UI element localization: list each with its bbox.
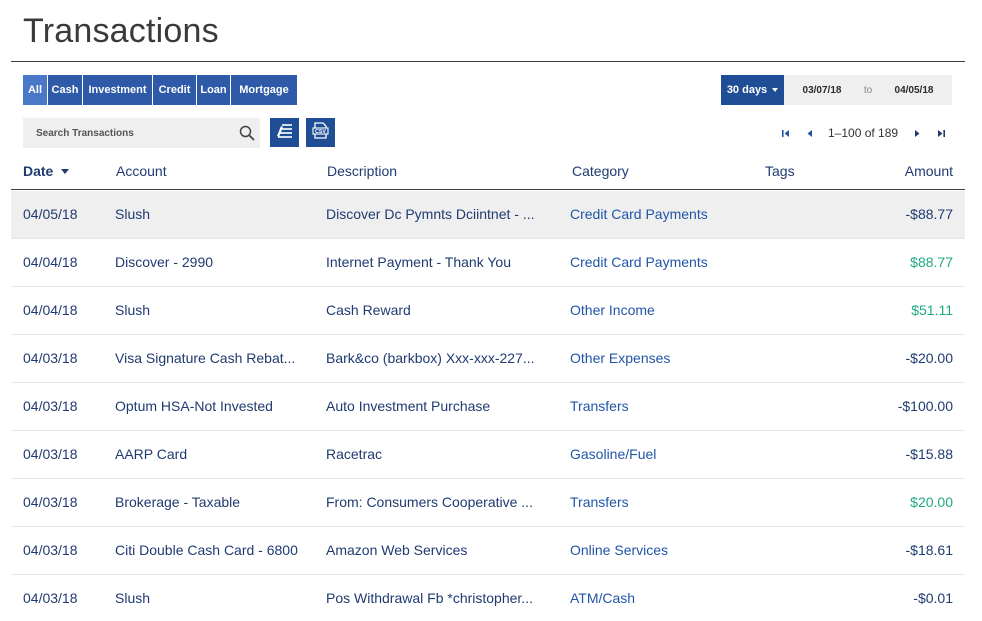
table-row[interactable]: 04/03/18 AARP Card Racetrac Gasoline/Fue… — [11, 431, 965, 479]
transaction-date: 04/03/18 — [23, 590, 78, 606]
transaction-date: 04/03/18 — [23, 398, 78, 414]
transaction-date: 04/03/18 — [23, 494, 78, 510]
csv-export-icon: CSV — [312, 121, 329, 144]
transaction-description: Bark&co (barkbox) Xxx-xxx-227... — [326, 350, 535, 366]
transaction-date: 04/05/18 — [23, 206, 78, 222]
search-input[interactable] — [36, 127, 226, 139]
pagination-range: 1–100 of 189 — [828, 126, 899, 140]
transaction-amount: -$15.88 — [905, 446, 953, 462]
table-row[interactable]: 04/03/18 Optum HSA-Not Invested Auto Inv… — [11, 383, 965, 431]
page-title: Transactions — [23, 12, 219, 50]
transaction-date: 04/03/18 — [23, 446, 78, 462]
transaction-date: 04/04/18 — [23, 302, 78, 318]
transaction-category[interactable]: Transfers — [570, 398, 740, 414]
search-box — [23, 118, 260, 148]
end-date-field[interactable]: 04/05/18 — [876, 75, 952, 105]
transaction-account: Visa Signature Cash Rebat... — [115, 350, 296, 366]
transaction-amount: $51.11 — [911, 302, 953, 318]
transaction-account: Brokerage - Taxable — [115, 494, 241, 510]
transaction-description: Racetrac — [326, 446, 383, 462]
transaction-amount: -$88.77 — [905, 206, 953, 222]
transaction-description: Auto Investment Purchase — [326, 398, 491, 414]
table-row[interactable]: 04/04/18 Discover - 2990 Internet Paymen… — [11, 239, 965, 287]
transaction-account: Slush — [115, 590, 151, 606]
sort-descending-icon — [61, 168, 70, 174]
date-range-picker: 30 days 03/07/18 to 04/05/18 — [721, 75, 952, 105]
transaction-category[interactable]: Online Services — [570, 542, 740, 558]
column-header-amount[interactable]: Amount — [905, 163, 953, 179]
column-header-category[interactable]: Category — [572, 163, 629, 179]
transaction-description: Discover Dc Pymnts Dciintnet - ... — [326, 206, 535, 222]
first-page-icon[interactable] — [778, 125, 792, 141]
table-header: Date Account Description Category Tags A… — [11, 160, 965, 190]
transaction-category[interactable]: Credit Card Payments — [570, 206, 740, 222]
transaction-account: Discover - 2990 — [115, 254, 214, 270]
transaction-category[interactable]: Credit Card Payments — [570, 254, 740, 270]
table-row[interactable]: 04/03/18 Citi Double Cash Card - 6800 Am… — [11, 527, 965, 575]
filter-credit-button[interactable]: Credit — [153, 75, 197, 105]
transaction-amount: -$20.00 — [905, 350, 953, 366]
transaction-date: 04/03/18 — [23, 542, 78, 558]
next-page-icon[interactable] — [910, 125, 924, 141]
transaction-category[interactable]: ATM/Cash — [570, 590, 740, 606]
svg-text:CSV: CSV — [315, 129, 326, 135]
transaction-category[interactable]: Transfers — [570, 494, 740, 510]
title-divider — [11, 61, 965, 62]
date-preset-label: 30 days — [726, 84, 768, 96]
column-header-description[interactable]: Description — [327, 163, 397, 179]
transaction-amount: -$0.01 — [913, 590, 953, 606]
transaction-account: Slush — [115, 302, 151, 318]
transaction-account: Slush — [115, 206, 151, 222]
transaction-amount: $20.00 — [910, 494, 953, 510]
table-row[interactable]: 04/03/18 Visa Signature Cash Rebat... Ba… — [11, 335, 965, 383]
transaction-description: Internet Payment - Thank You — [326, 254, 511, 270]
search-icon[interactable] — [238, 124, 256, 142]
filter-all-button[interactable]: All — [23, 75, 48, 105]
transaction-date: 04/04/18 — [23, 254, 78, 270]
table-row[interactable]: 04/04/18 Slush Cash Reward Other Income … — [11, 287, 965, 335]
transaction-description: From: Consumers Cooperative ... — [326, 494, 533, 510]
edit-list-icon — [276, 123, 293, 143]
table-row[interactable]: 04/03/18 Brokerage - Taxable From: Consu… — [11, 479, 965, 527]
column-header-date[interactable]: Date — [23, 163, 70, 179]
transaction-category[interactable]: Other Income — [570, 302, 740, 318]
transaction-amount: $88.77 — [910, 254, 953, 270]
account-type-filter: All Cash Investment Credit Loan Mortgage — [23, 75, 297, 105]
transaction-description: Pos Withdrawal Fb *christopher... — [326, 590, 533, 606]
column-header-date-label: Date — [23, 163, 54, 179]
transaction-account: Citi Double Cash Card - 6800 — [115, 542, 298, 558]
transaction-date: 04/03/18 — [23, 350, 78, 366]
transaction-account: Optum HSA-Not Invested — [115, 398, 273, 414]
table-row[interactable]: 04/05/18 Slush Discover Dc Pymnts Dciint… — [11, 191, 965, 239]
date-preset-dropdown[interactable]: 30 days — [721, 75, 784, 105]
edit-transactions-button[interactable] — [270, 118, 299, 147]
last-page-icon[interactable] — [934, 125, 948, 141]
transaction-amount: -$18.61 — [905, 542, 953, 558]
transaction-category[interactable]: Other Expenses — [570, 350, 740, 366]
transaction-description: Cash Reward — [326, 302, 411, 318]
column-header-tags[interactable]: Tags — [765, 163, 795, 179]
start-date-field[interactable]: 03/07/18 — [784, 75, 860, 105]
transaction-account: AARP Card — [115, 446, 188, 462]
filter-investment-button[interactable]: Investment — [83, 75, 153, 105]
table-row[interactable]: 04/03/18 Slush Pos Withdrawal Fb *christ… — [11, 575, 965, 621]
filter-mortgage-button[interactable]: Mortgage — [231, 75, 297, 105]
transaction-amount: -$100.00 — [897, 398, 953, 414]
chevron-down-icon — [772, 88, 779, 92]
filter-loan-button[interactable]: Loan — [197, 75, 231, 105]
column-header-account[interactable]: Account — [116, 163, 167, 179]
transaction-description: Amazon Web Services — [326, 542, 468, 558]
filter-cash-button[interactable]: Cash — [48, 75, 83, 105]
export-csv-button[interactable]: CSV — [306, 118, 335, 147]
transaction-category[interactable]: Gasoline/Fuel — [570, 446, 740, 462]
date-range-separator: to — [863, 84, 873, 96]
previous-page-icon[interactable] — [802, 125, 816, 141]
